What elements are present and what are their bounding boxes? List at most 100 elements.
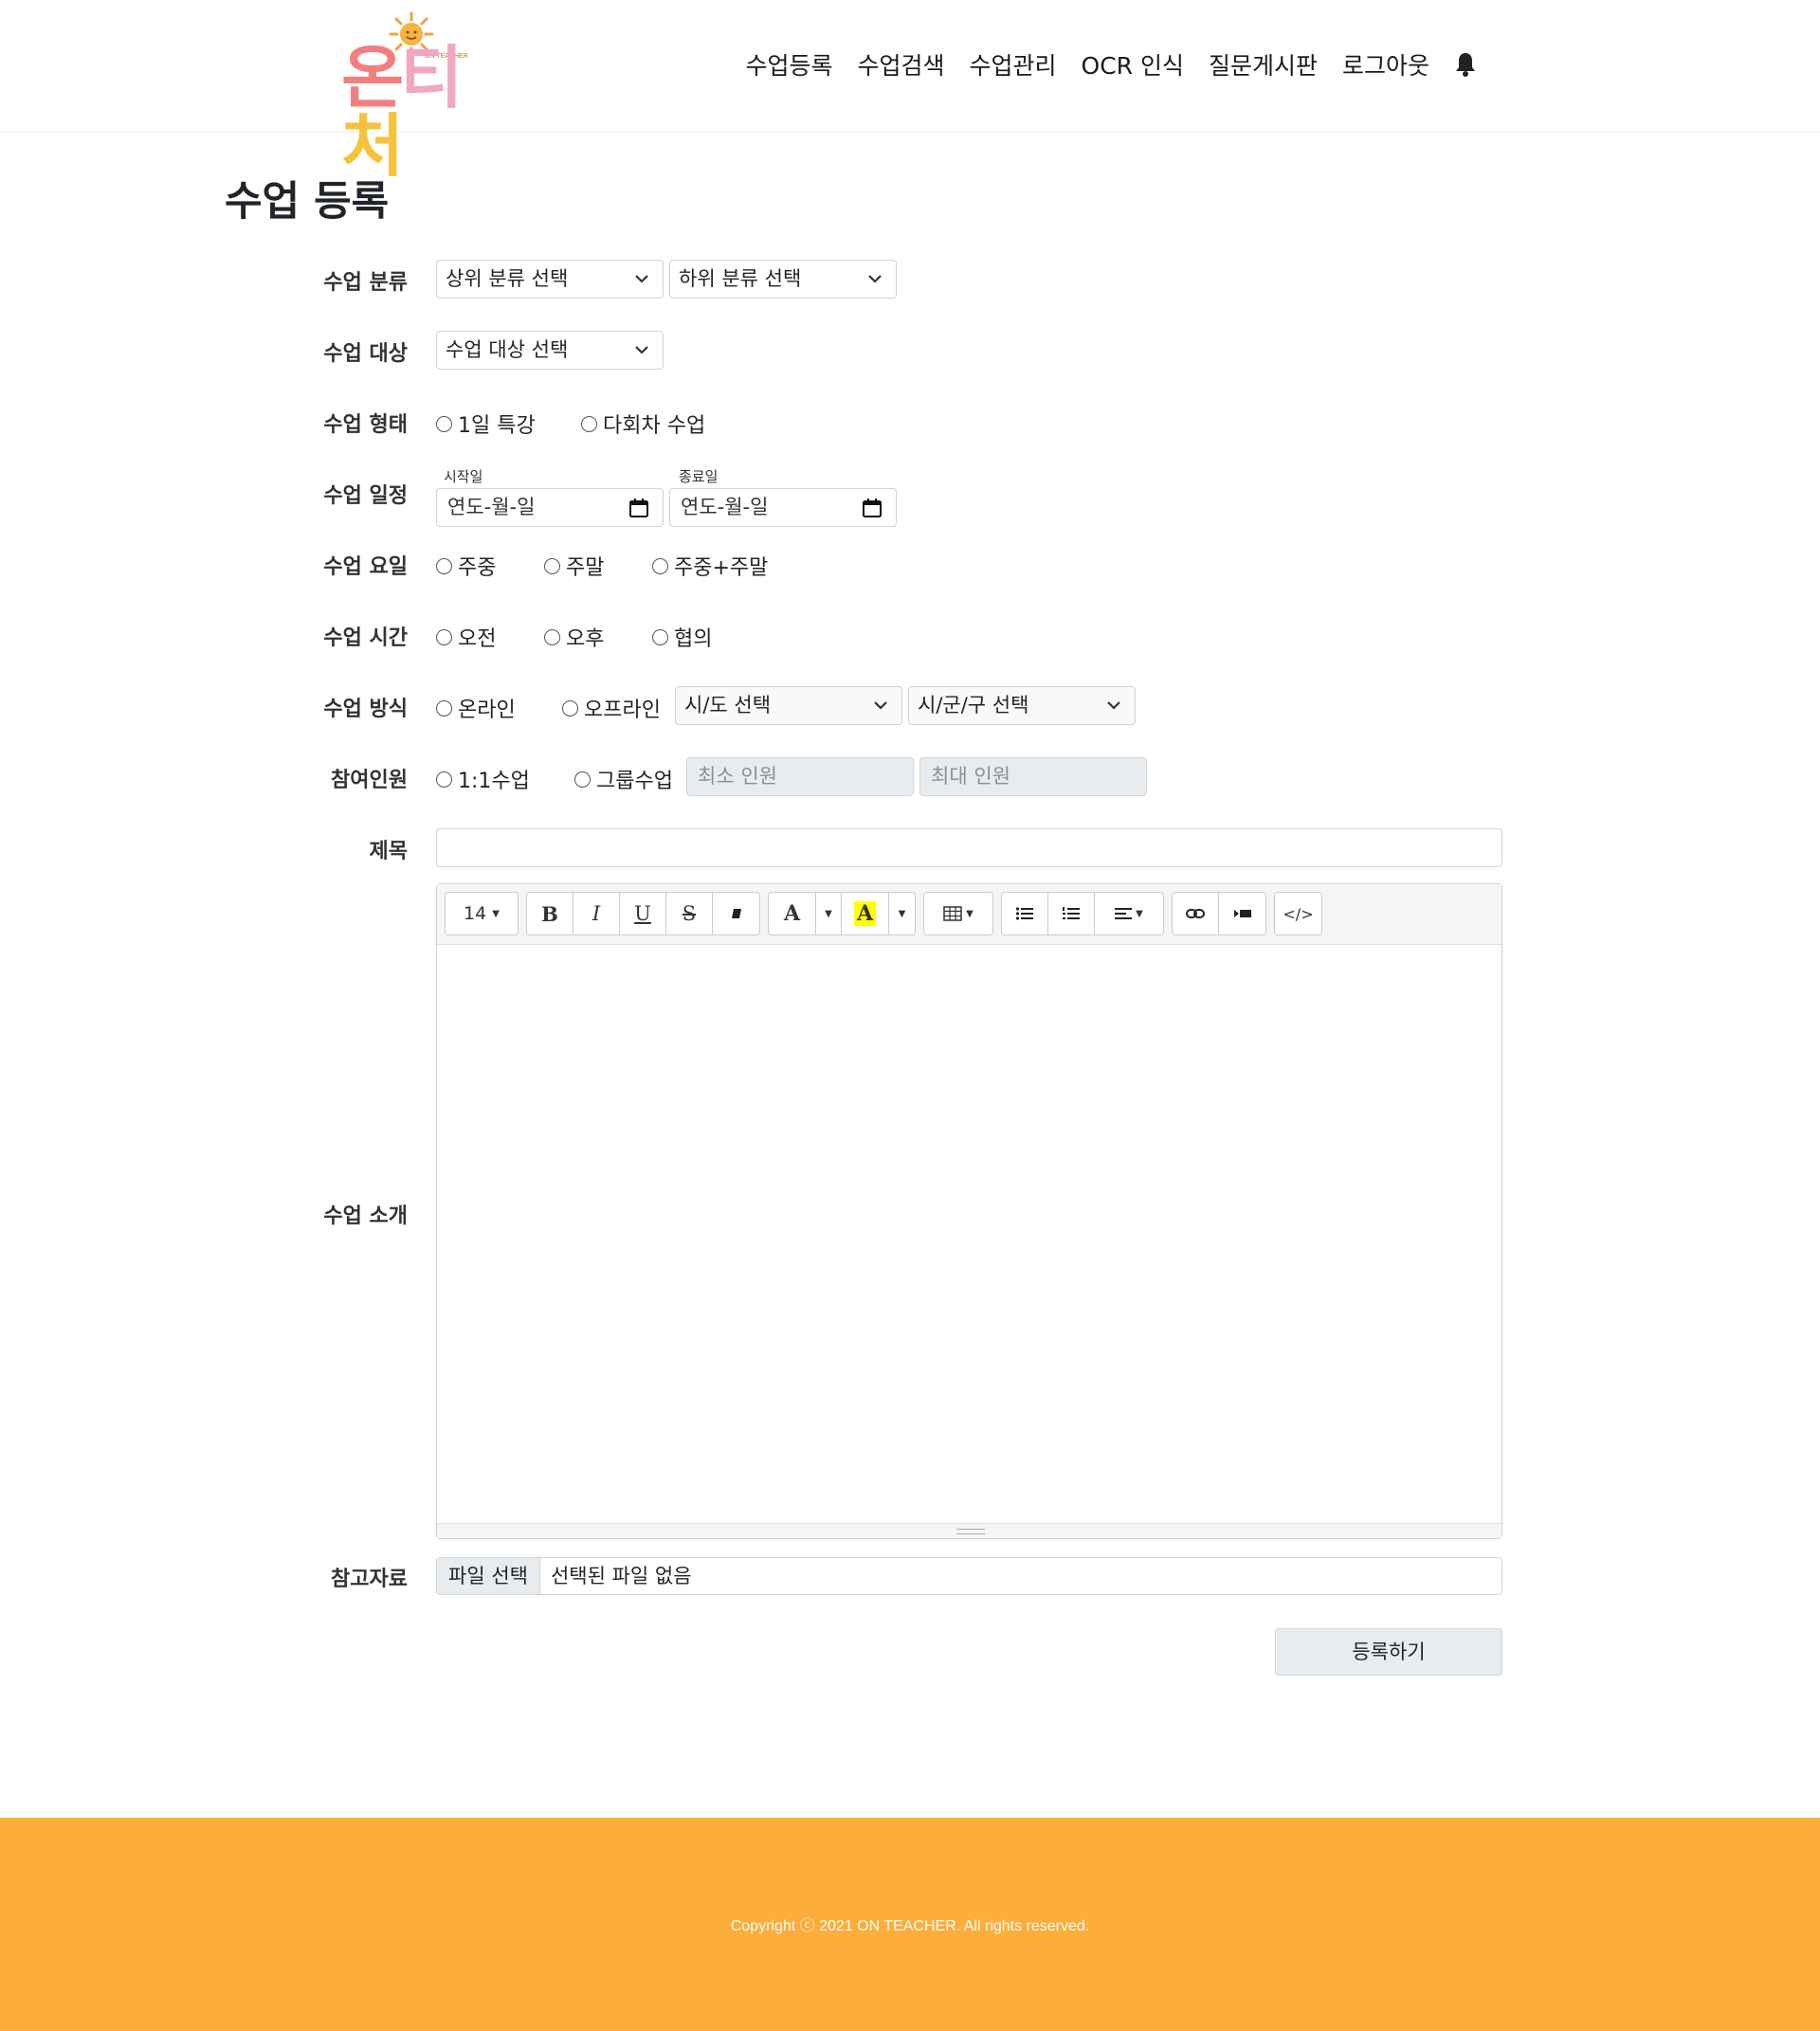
unordered-list-button[interactable] <box>1002 893 1048 934</box>
code-view-button[interactable]: </> <box>1275 893 1321 934</box>
title-input[interactable] <box>436 828 1502 867</box>
font-color-caret[interactable]: ▼ <box>816 893 842 934</box>
participants-radio-group[interactable]: 그룹수업 <box>574 764 673 794</box>
color-group: A ▼ A ▼ <box>768 892 916 935</box>
file-select-button[interactable]: 파일 선택 <box>437 1558 540 1594</box>
days-label: 수업 요일 <box>323 555 408 579</box>
highlight-caret[interactable]: ▼ <box>889 893 915 934</box>
chevron-down-icon <box>1107 701 1120 710</box>
ordered-list-button[interactable] <box>1048 893 1095 934</box>
time-radio-negotiable[interactable]: 협의 <box>652 622 712 652</box>
days-radio-weekend[interactable]: 주말 <box>544 551 604 581</box>
max-participants-input[interactable]: 최대 인원 <box>919 757 1147 796</box>
insert-group <box>1172 892 1266 935</box>
method-label: 수업 방식 <box>323 698 408 721</box>
link-button[interactable] <box>1173 893 1219 934</box>
editor-content-area[interactable] <box>437 945 1502 1525</box>
target-select[interactable]: 수업 대상 선택 <box>436 331 664 370</box>
radio-circle <box>544 628 560 645</box>
text-style-group: B I U S <box>526 892 760 935</box>
radio-circle <box>574 771 591 788</box>
calendar-icon[interactable] <box>628 498 649 518</box>
participants-radio-one-on-one[interactable]: 1:1수업 <box>436 764 530 794</box>
time-radio-morning[interactable]: 오전 <box>436 622 496 652</box>
video-icon <box>1233 910 1251 917</box>
radio-circle <box>544 557 560 574</box>
radio-circle <box>652 628 668 645</box>
time-radio-afternoon[interactable]: 오후 <box>544 622 604 652</box>
underline-button[interactable]: U <box>620 893 666 934</box>
site-logo[interactable]: ON TEACHER 온티처 <box>341 6 497 180</box>
strikethrough-button[interactable]: S <box>666 893 713 934</box>
radio-circle <box>436 699 452 716</box>
days-radio-both[interactable]: 주중+주말 <box>652 551 768 581</box>
copyright-text: Copyright ⓒ 2021 ON TEACHER. All rights … <box>730 1918 1090 1934</box>
file-input[interactable]: 파일 선택 선택된 파일 없음 <box>436 1557 1502 1595</box>
font-size-group: 14 ▼ <box>445 892 519 935</box>
intro-label: 수업 소개 <box>323 1205 408 1228</box>
paragraph-group: ▼ <box>1001 892 1164 935</box>
method-radio-offline[interactable]: 오프라인 <box>562 693 661 723</box>
video-button[interactable] <box>1219 893 1265 934</box>
grip-icon <box>956 1529 985 1534</box>
chevron-down-icon <box>868 275 882 283</box>
min-participants-input[interactable]: 최소 인원 <box>686 757 914 796</box>
type-label: 수업 형태 <box>323 413 408 437</box>
days-radio-weekday[interactable]: 주중 <box>436 551 496 581</box>
method-radio-online[interactable]: 온라인 <box>436 693 516 723</box>
top-category-select[interactable]: 상위 분류 선택 <box>436 260 664 299</box>
participants-label: 참여인원 <box>331 769 408 792</box>
table-button[interactable]: ▼ <box>924 893 992 934</box>
eraser-button[interactable] <box>713 893 759 934</box>
end-date-label: 종료일 <box>679 468 719 485</box>
nav-search-class[interactable]: 수업검색 <box>857 47 944 82</box>
align-dropdown[interactable]: ▼ <box>1095 893 1163 934</box>
align-left-icon <box>1115 908 1133 919</box>
radio-circle <box>652 557 668 574</box>
sub-category-select[interactable]: 하위 분류 선택 <box>669 260 897 299</box>
radio-circle <box>436 771 452 788</box>
eraser-icon <box>731 909 741 918</box>
site-header: ON TEACHER 온티처 수업등록 수업검색 수업관리 OCR 인식 질문게… <box>0 0 1820 180</box>
caret-down-icon: ▼ <box>825 908 832 919</box>
start-date-label: 시작일 <box>444 468 483 485</box>
type-radio-one-day[interactable]: 1일 특강 <box>436 408 536 439</box>
table-icon <box>943 906 962 921</box>
start-date-input[interactable]: 연도-월-일 <box>436 488 664 527</box>
editor-resize-handle[interactable] <box>437 1523 1502 1538</box>
end-date-input[interactable]: 연도-월-일 <box>669 488 897 527</box>
type-radio-multi-session[interactable]: 다회차 수업 <box>581 408 705 439</box>
highlight-button[interactable]: A <box>842 893 889 934</box>
city-select[interactable]: 시/도 선택 <box>675 686 902 725</box>
nav-register-class[interactable]: 수업등록 <box>745 47 832 82</box>
file-status-text: 선택된 파일 없음 <box>550 1565 692 1587</box>
font-color-button[interactable]: A <box>769 893 816 934</box>
category-label: 수업 분류 <box>323 271 408 295</box>
main-nav: 수업등록 수업검색 수업관리 OCR 인식 질문게시판 로그아웃 <box>720 47 1477 82</box>
target-label: 수업 대상 <box>323 342 408 366</box>
radio-circle <box>562 699 578 716</box>
district-select[interactable]: 시/군/구 선택 <box>908 686 1136 725</box>
numbered-list-icon <box>1063 907 1080 919</box>
title-label: 제목 <box>369 840 408 863</box>
rich-text-editor: 14 ▼ B I U S A ▼ A ▼ ▼ ▼ </> <box>436 883 1502 1539</box>
nav-qna-board[interactable]: 질문게시판 <box>1209 47 1318 82</box>
register-submit-button[interactable]: 등록하기 <box>1275 1628 1502 1676</box>
site-footer: Copyright ⓒ 2021 ON TEACHER. All rights … <box>0 1818 1820 2031</box>
font-size-dropdown[interactable]: 14 ▼ <box>446 893 518 934</box>
file-label: 참고자료 <box>331 1568 408 1591</box>
bullet-list-icon <box>1015 907 1033 920</box>
logo-wordmark: 온티처 <box>341 38 464 186</box>
calendar-icon[interactable] <box>862 498 883 518</box>
italic-button[interactable]: I <box>573 893 620 934</box>
bold-button[interactable]: B <box>527 893 573 934</box>
nav-ocr[interactable]: OCR 인식 <box>1082 47 1184 82</box>
time-label: 수업 시간 <box>323 626 408 650</box>
nav-manage-class[interactable]: 수업관리 <box>970 47 1057 82</box>
radio-circle <box>436 628 452 645</box>
nav-logout[interactable]: 로그아웃 <box>1342 47 1429 82</box>
page-title: 수업 등록 <box>225 178 390 226</box>
table-group: ▼ <box>923 892 993 935</box>
bell-icon[interactable] <box>1454 51 1477 78</box>
radio-circle <box>436 415 452 432</box>
